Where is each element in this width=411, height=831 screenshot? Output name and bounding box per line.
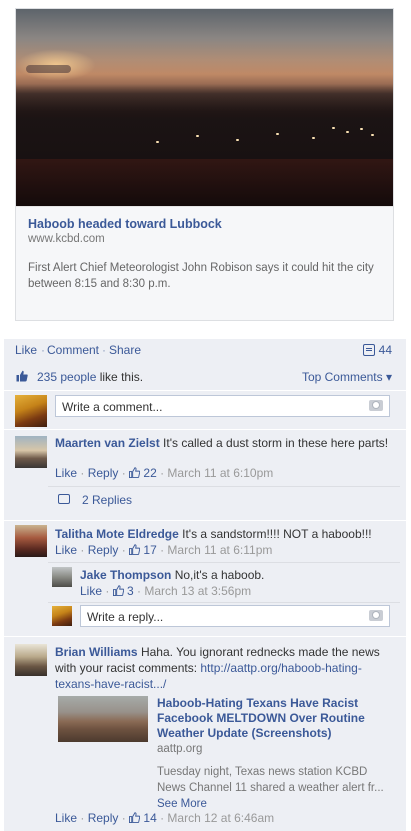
attachment-title[interactable]: Haboob-Hating Texans Have Racist Faceboo… <box>157 696 397 741</box>
comment-body: Talitha Mote Eldredge It's a sandstorm!!… <box>55 526 395 542</box>
divider <box>4 520 406 521</box>
reply-body: Jake Thompson No,it's a haboob. <box>80 567 390 583</box>
link-preview-domain: www.kcbd.com <box>28 233 105 245</box>
comment-like-link[interactable]: Like <box>55 466 77 480</box>
link-preview-title[interactable]: Haboob headed toward Lubbock <box>28 217 222 231</box>
city-light <box>312 137 315 139</box>
see-more-link[interactable]: See More <box>157 798 207 810</box>
comment-text: It's a sandstorm!!!! NOT a haboob!!! <box>182 527 372 541</box>
divider <box>48 602 400 603</box>
thumbs-up-icon <box>129 544 141 555</box>
comment-timestamp[interactable]: March 12 at 6:46am <box>167 811 274 825</box>
commenter-avatar[interactable] <box>15 525 47 557</box>
comment-count[interactable]: 44 <box>362 343 392 357</box>
comment-count-value: 44 <box>378 343 392 357</box>
comment-reply-link[interactable]: Reply <box>88 466 119 480</box>
comment-icon <box>362 344 375 356</box>
like-link[interactable]: Like <box>15 343 37 357</box>
comment-like-link[interactable]: Like <box>55 811 77 825</box>
divider <box>4 636 406 637</box>
comment-text: It's called a dust storm in these here p… <box>163 436 389 450</box>
commenter-avatar[interactable] <box>15 644 47 676</box>
city-light <box>360 128 363 130</box>
separator: · <box>41 343 45 357</box>
top-comments-dropdown[interactable]: Top Comments ▾ <box>302 370 392 384</box>
comment-like-count[interactable]: 22 <box>143 466 156 480</box>
comment-timestamp[interactable]: March 11 at 6:10pm <box>167 466 273 480</box>
commenter-avatar[interactable] <box>15 436 47 468</box>
commenter-name[interactable]: Talitha Mote Eldredge <box>55 527 179 541</box>
link-preview-image[interactable] <box>16 9 393 206</box>
ground <box>16 159 393 206</box>
likes-suffix: like this. <box>96 370 144 384</box>
thumbs-up-icon <box>129 467 141 478</box>
comment-like-count[interactable]: 17 <box>143 543 156 557</box>
attachment-image[interactable] <box>58 696 148 742</box>
city-light <box>276 133 279 135</box>
divider <box>4 429 406 430</box>
separator: · <box>102 343 106 357</box>
camera-icon[interactable] <box>369 400 383 411</box>
reply-icon <box>58 494 70 504</box>
dust-haze <box>16 87 393 117</box>
comment-meta: Like · Reply · 14 · March 12 at 6:46am <box>55 811 275 825</box>
city-light <box>332 127 335 129</box>
commenter-name[interactable]: Maarten van Zielst <box>55 436 160 450</box>
comment-like-link[interactable]: Like <box>55 543 77 557</box>
comment-input[interactable]: Write a comment... <box>55 395 390 417</box>
attachment-description-text: Tuesday night, Texas news station KCBD N… <box>157 766 384 794</box>
cloud <box>26 65 71 73</box>
likes-row: 235 people like this. Top Comments ▾ <box>4 369 406 387</box>
comment-reply-link[interactable]: Reply <box>88 543 119 557</box>
attachment-domain: aattp.org <box>157 743 203 755</box>
reply-placeholder: Write a reply... <box>87 610 164 624</box>
comment-body: Maarten van Zielst It's called a dust st… <box>55 435 395 451</box>
attachment-description: Tuesday night, Texas news station KCBD N… <box>157 764 387 812</box>
comment-body: Brian Williams Haha. You ignorant rednec… <box>55 644 395 692</box>
replier-avatar[interactable] <box>52 567 72 587</box>
share-link[interactable]: Share <box>109 343 141 357</box>
comment-like-count[interactable]: 14 <box>143 811 156 825</box>
thumbs-up-icon <box>112 585 124 596</box>
comment-timestamp[interactable]: March 11 at 6:11pm <box>167 543 272 557</box>
comment-meta: Like · Reply · 17 · March 11 at 6:11pm <box>55 543 273 557</box>
current-user-avatar[interactable] <box>15 395 47 427</box>
replier-name[interactable]: Jake Thompson <box>80 568 171 582</box>
link-preview-card[interactable]: Haboob headed toward Lubbock www.kcbd.co… <box>15 8 394 321</box>
likes-summary: 235 people like this. <box>37 370 143 384</box>
divider <box>48 562 400 563</box>
current-user-avatar[interactable] <box>52 606 72 626</box>
comment-meta: Like · Reply · 22 · March 11 at 6:10pm <box>55 466 274 480</box>
city-light <box>371 134 374 136</box>
reply-text: No,it's a haboob. <box>174 568 265 582</box>
commenter-name[interactable]: Brian Williams <box>55 645 138 659</box>
reply-like-link[interactable]: Like <box>80 584 102 598</box>
replies-toggle[interactable]: 2 Replies <box>48 486 400 510</box>
reply-timestamp[interactable]: March 13 at 3:56pm <box>144 584 251 598</box>
comment-reply-link[interactable]: Reply <box>88 811 119 825</box>
comment-placeholder: Write a comment... <box>62 400 163 414</box>
link-attachment[interactable]: Haboob-Hating Texans Have Racist Faceboo… <box>58 696 398 810</box>
reply-meta: Like · 3 · March 13 at 3:56pm <box>80 584 252 598</box>
divider <box>4 390 406 391</box>
reply-like-count[interactable]: 3 <box>127 584 134 598</box>
city-light <box>346 131 349 133</box>
reply-input[interactable]: Write a reply... <box>80 605 390 627</box>
city-light <box>236 139 239 141</box>
link-preview-description: First Alert Chief Meteorologist John Rob… <box>28 262 374 290</box>
view-replies-link[interactable]: 2 Replies <box>82 493 132 507</box>
action-bar: Like · Comment · Share 44 <box>4 343 406 361</box>
feedback-section: Like · Comment · Share 44 235 people lik… <box>4 339 406 831</box>
link-preview-body: Haboob headed toward Lubbock www.kcbd.co… <box>16 206 393 320</box>
likes-count-link[interactable]: 235 people <box>37 370 96 384</box>
city-light <box>196 135 199 137</box>
comment-link[interactable]: Comment <box>47 343 99 357</box>
camera-icon[interactable] <box>369 610 383 621</box>
city-light <box>156 141 159 143</box>
thumbs-up-icon <box>16 370 28 382</box>
thumbs-up-icon <box>129 812 141 823</box>
